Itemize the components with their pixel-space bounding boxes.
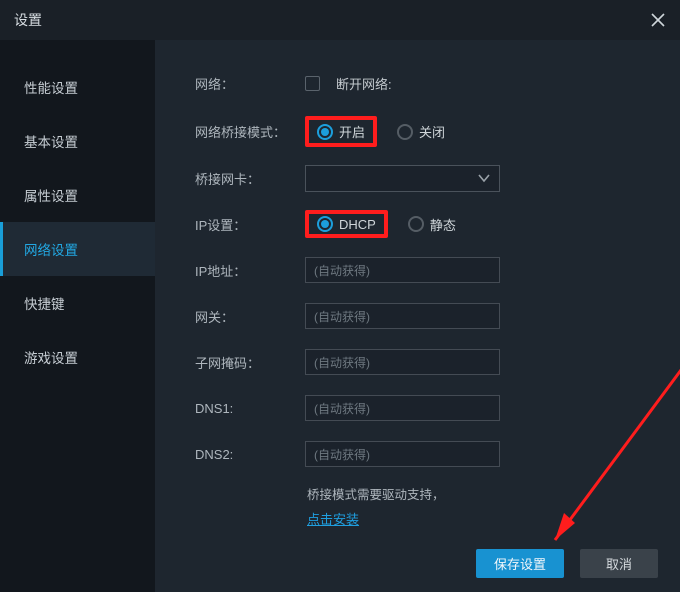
disconnect-checkbox[interactable]: 断开网络: <box>305 74 392 93</box>
close-icon <box>651 13 665 27</box>
sidebar-item-shortcut[interactable]: 快捷键 <box>0 276 155 330</box>
dns1-input[interactable]: (自动获得) <box>305 395 500 421</box>
network-label: 网络： <box>195 74 305 93</box>
subnet-input[interactable]: (自动获得) <box>305 349 500 375</box>
cancel-button-label: 取消 <box>606 554 632 573</box>
titlebar: 设置 <box>0 0 680 40</box>
bridge-on-text: 开启 <box>339 122 365 141</box>
nic-select[interactable] <box>305 165 500 192</box>
bridge-off-text: 关闭 <box>419 122 445 141</box>
highlight-bridge-on: 开启 <box>305 116 377 147</box>
subnet-label: 子网掩码： <box>195 353 305 372</box>
dns2-label: DNS2: <box>195 447 305 462</box>
chevron-down-icon <box>477 171 491 185</box>
radio-icon <box>397 124 413 140</box>
dns1-label: DNS1: <box>195 401 305 416</box>
ip-dhcp-text: DHCP <box>339 217 376 232</box>
sidebar-item-label: 属性设置 <box>24 185 78 205</box>
sidebar-item-label: 快捷键 <box>24 293 65 313</box>
window-title: 设置 <box>14 10 42 30</box>
gateway-input[interactable]: (自动获得) <box>305 303 500 329</box>
ip-static-radio[interactable]: 静态 <box>408 215 456 234</box>
ip-dhcp-radio[interactable]: DHCP <box>317 216 376 232</box>
ip-addr-label: IP地址： <box>195 261 305 280</box>
save-button[interactable]: 保存设置 <box>476 549 564 578</box>
sidebar-item-label: 性能设置 <box>24 77 78 97</box>
input-placeholder: (自动获得) <box>314 354 370 371</box>
disconnect-label: 断开网络: <box>336 74 392 93</box>
save-button-label: 保存设置 <box>494 554 546 573</box>
sidebar-item-property[interactable]: 属性设置 <box>0 168 155 222</box>
bridge-off-radio[interactable]: 关闭 <box>397 122 445 141</box>
bridge-note-text: 桥接模式需要驱动支持， <box>307 485 445 505</box>
cancel-button[interactable]: 取消 <box>580 549 658 578</box>
gateway-label: 网关： <box>195 307 305 326</box>
radio-icon <box>317 124 333 140</box>
radio-icon <box>317 216 333 232</box>
sidebar-item-label: 基本设置 <box>24 131 78 151</box>
ip-addr-input[interactable]: (自动获得) <box>305 257 500 283</box>
sidebar-item-game[interactable]: 游戏设置 <box>0 330 155 384</box>
input-placeholder: (自动获得) <box>314 446 370 463</box>
input-placeholder: (自动获得) <box>314 400 370 417</box>
install-driver-link[interactable]: 点击安装 <box>307 509 359 528</box>
close-button[interactable] <box>646 8 670 32</box>
content-area: 网络： 断开网络: 网络桥接模式： 开启 <box>155 40 680 592</box>
checkbox-icon <box>305 76 320 91</box>
sidebar: 性能设置 基本设置 属性设置 网络设置 快捷键 游戏设置 <box>0 40 155 592</box>
sidebar-item-basic[interactable]: 基本设置 <box>0 114 155 168</box>
sidebar-item-label: 游戏设置 <box>24 347 78 367</box>
bridge-on-radio[interactable]: 开启 <box>317 122 365 141</box>
bridge-mode-label: 网络桥接模式： <box>195 122 305 141</box>
input-placeholder: (自动获得) <box>314 262 370 279</box>
highlight-dhcp: DHCP <box>305 210 388 238</box>
input-placeholder: (自动获得) <box>314 308 370 325</box>
sidebar-item-performance[interactable]: 性能设置 <box>0 60 155 114</box>
sidebar-item-label: 网络设置 <box>24 239 78 259</box>
ip-setting-label: IP设置： <box>195 215 305 234</box>
ip-static-text: 静态 <box>430 215 456 234</box>
dns2-input[interactable]: (自动获得) <box>305 441 500 467</box>
sidebar-item-network[interactable]: 网络设置 <box>0 222 155 276</box>
nic-label: 桥接网卡： <box>195 169 305 188</box>
footer: 保存设置 取消 <box>476 549 658 578</box>
radio-icon <box>408 216 424 232</box>
